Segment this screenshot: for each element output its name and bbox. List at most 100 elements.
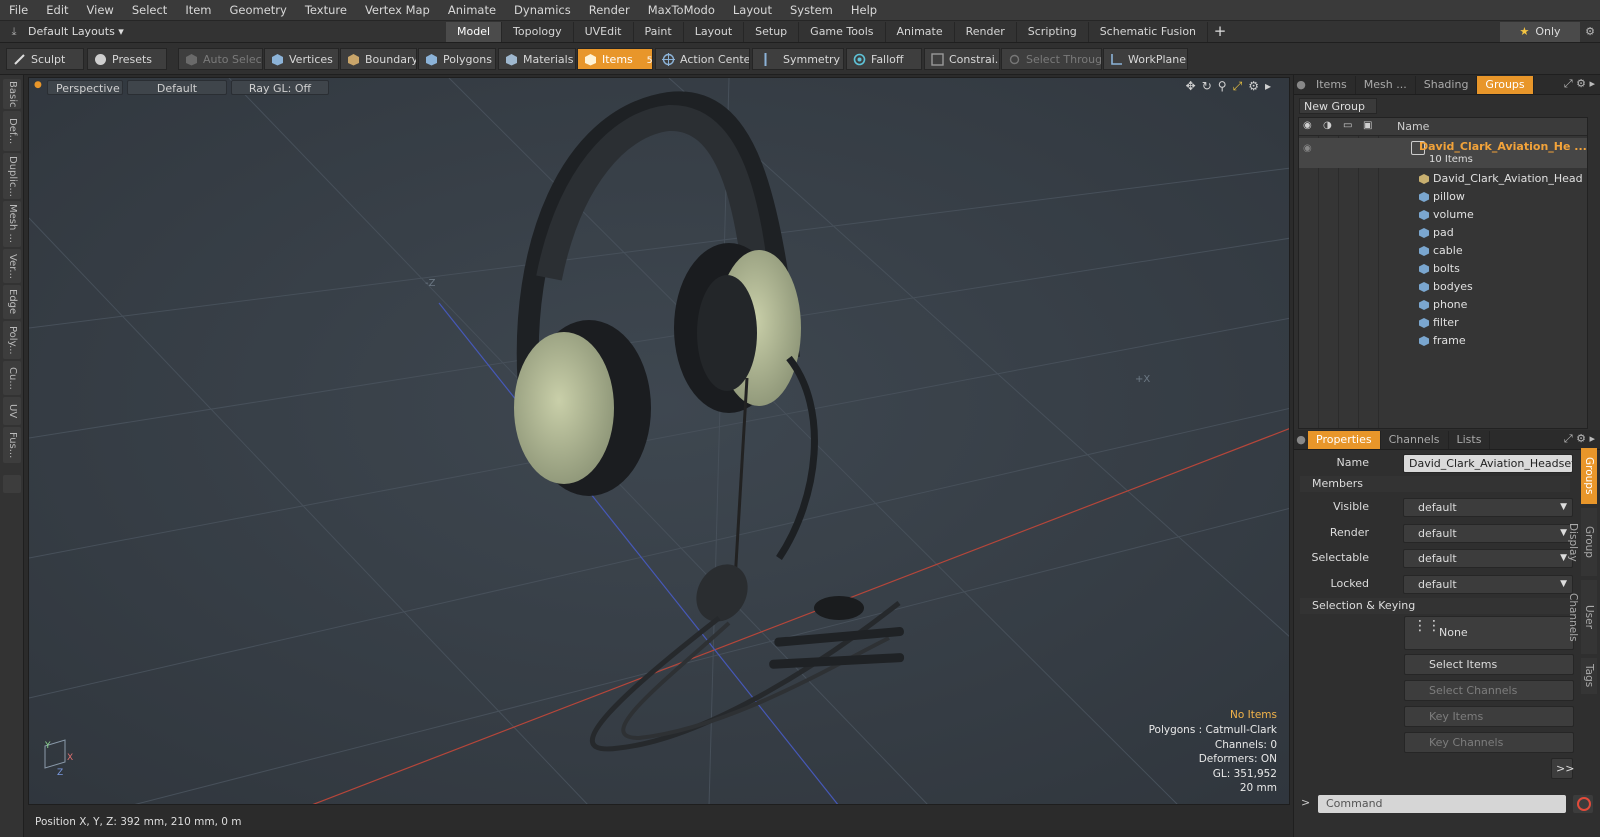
more-button[interactable]: >>: [1551, 758, 1574, 779]
groups-tab-mesh-[interactable]: Mesh ...: [1356, 75, 1416, 94]
menu-item-help[interactable]: Help: [842, 0, 886, 21]
member-row[interactable]: volume: [1299, 206, 1587, 224]
record-icon[interactable]: [1573, 795, 1593, 813]
only-toggle[interactable]: ★ Only: [1500, 22, 1580, 42]
key-items-button[interactable]: Key Items: [1404, 706, 1574, 727]
tab-topology[interactable]: Topology: [502, 22, 574, 42]
key-channels-button[interactable]: Key Channels: [1404, 732, 1574, 753]
props-menu-dot-icon[interactable]: ●: [1294, 433, 1308, 446]
menu-item-system[interactable]: System: [781, 0, 842, 21]
left-tab-8[interactable]: UV: [3, 397, 21, 425]
vertices-button[interactable]: Vertices1: [264, 48, 339, 70]
left-tab-5[interactable]: Edge: [3, 285, 21, 319]
side-tab-group-display[interactable]: Group Display: [1567, 508, 1597, 576]
render-dropdown[interactable]: default ▼: [1403, 523, 1573, 543]
viewport-menu-dot-icon[interactable]: ●: [34, 80, 42, 90]
menu-item-dynamics[interactable]: Dynamics: [505, 0, 580, 21]
group-row[interactable]: ◉ David_Clark_Aviation_He ... 10 Items: [1299, 138, 1587, 168]
tab-schematic-fusion[interactable]: Schematic Fusion: [1089, 22, 1209, 42]
left-tab-4[interactable]: Ver...: [3, 249, 21, 283]
zoom-icon[interactable]: ⚲: [1218, 79, 1227, 94]
menu-item-file[interactable]: File: [0, 0, 37, 21]
tab-paint[interactable]: Paint: [634, 22, 684, 42]
groups-tab-items[interactable]: Items: [1308, 75, 1356, 94]
sculpt-button[interactable]: Sculpt: [6, 48, 84, 70]
tab-layout[interactable]: Layout: [684, 22, 745, 42]
lock-icon[interactable]: ▣: [1363, 120, 1372, 131]
menu-item-layout[interactable]: Layout: [724, 0, 781, 21]
props-panel-controls-icon[interactable]: ⤢ ⚙ ▸: [1564, 432, 1595, 446]
left-tab-1[interactable]: Def...: [3, 111, 21, 151]
select-items-button[interactable]: Select Items: [1404, 654, 1574, 675]
eye-icon[interactable]: ◉: [1303, 120, 1312, 131]
fit-icon[interactable]: ⤢: [1233, 79, 1243, 94]
raygl-toggle[interactable]: Ray GL: Off: [231, 80, 329, 95]
tab-model[interactable]: Model: [446, 22, 503, 42]
groups-menu-dot-icon[interactable]: ●: [1294, 78, 1308, 91]
items-button[interactable]: Items 5: [577, 48, 653, 70]
menu-item-edit[interactable]: Edit: [37, 0, 77, 21]
menu-item-render[interactable]: Render: [580, 0, 639, 21]
member-row[interactable]: frame: [1299, 332, 1587, 350]
left-tab-9[interactable]: Fus...: [3, 427, 21, 463]
locked-dropdown[interactable]: default ▼: [1403, 574, 1573, 594]
tab-animate[interactable]: Animate: [886, 22, 955, 42]
left-strip-button[interactable]: [3, 475, 21, 493]
members-section-header[interactable]: Members: [1300, 476, 1570, 492]
props-tab-properties[interactable]: Properties: [1308, 430, 1381, 449]
member-row[interactable]: filter: [1299, 314, 1587, 332]
props-tab-lists[interactable]: Lists: [1449, 430, 1491, 449]
presets-button[interactable]: Presets: [87, 48, 167, 70]
new-group-button[interactable]: New Group: [1299, 98, 1377, 114]
member-row[interactable]: phone: [1299, 296, 1587, 314]
workplane-button[interactable]: WorkPlane: [1103, 48, 1188, 70]
member-row[interactable]: pad: [1299, 224, 1587, 242]
member-row[interactable]: cable: [1299, 242, 1587, 260]
groups-tab-groups[interactable]: Groups: [1477, 75, 1534, 94]
menu-item-animate[interactable]: Animate: [439, 0, 505, 21]
symmetry-button[interactable]: Symmetry: [752, 48, 844, 70]
auto-select-button[interactable]: Auto Select: [178, 48, 263, 70]
pan-icon[interactable]: ✥: [1186, 79, 1196, 94]
3d-viewport[interactable]: ● Perspective Default Ray GL: Off ✥ ↻ ⚲ …: [28, 77, 1290, 805]
command-input[interactable]: Command: [1318, 795, 1566, 813]
group-name-field[interactable]: David_Clark_Aviation_Headset_H: [1403, 454, 1573, 473]
menu-item-view[interactable]: View: [78, 0, 123, 21]
render-icon[interactable]: ◑: [1323, 120, 1332, 131]
falloff-button[interactable]: Falloff: [846, 48, 922, 70]
left-tab-6[interactable]: Poly...: [3, 321, 21, 359]
menu-item-item[interactable]: Item: [176, 0, 220, 21]
viewport-settings-icon[interactable]: ⚙: [1248, 79, 1259, 94]
member-row[interactable]: bodyes: [1299, 278, 1587, 296]
visible-dropdown[interactable]: default ▼: [1403, 498, 1573, 517]
selectable-icon[interactable]: ▭: [1343, 120, 1352, 131]
groups-panel-controls-icon[interactable]: ⤢ ⚙ ▸: [1564, 77, 1595, 91]
member-row[interactable]: bolts: [1299, 260, 1587, 278]
gear-icon[interactable]: ⚙: [1580, 22, 1600, 42]
pin-icon[interactable]: ⤓: [0, 25, 28, 39]
action-center-button[interactable]: Action Center: [655, 48, 750, 70]
tab-uvedit[interactable]: UVEdit: [574, 22, 634, 42]
tab-game-tools[interactable]: Game Tools: [799, 22, 886, 42]
polygons-button[interactable]: Polygons: [418, 48, 496, 70]
add-layout-tab-icon[interactable]: +: [1208, 22, 1232, 42]
left-tab-7[interactable]: Cu...: [3, 361, 21, 395]
menu-item-maxtomodo[interactable]: MaxToModo: [639, 0, 724, 21]
menu-item-texture[interactable]: Texture: [296, 0, 356, 21]
menu-item-vertex-map[interactable]: Vertex Map: [356, 0, 439, 21]
materials-button[interactable]: Materials: [498, 48, 576, 70]
side-tab-groups[interactable]: Groups: [1581, 448, 1597, 504]
member-row[interactable]: pillow: [1299, 188, 1587, 206]
boundary-button[interactable]: Boundary: [340, 48, 417, 70]
tab-render[interactable]: Render: [955, 22, 1017, 42]
select-through-button[interactable]: Select Through: [1001, 48, 1102, 70]
selectable-dropdown[interactable]: default ▼: [1403, 549, 1573, 568]
tab-setup[interactable]: Setup: [744, 22, 800, 42]
left-tab-3[interactable]: Mesh ...: [3, 201, 21, 247]
side-tab-tags[interactable]: Tags: [1581, 658, 1597, 694]
rotate-icon[interactable]: ↻: [1202, 79, 1212, 94]
tab-scripting[interactable]: Scripting: [1017, 22, 1089, 42]
selection-keying-section-header[interactable]: Selection & Keying: [1300, 598, 1570, 614]
side-tab-user-channels[interactable]: User Channels: [1567, 580, 1597, 654]
member-row[interactable]: David_Clark_Aviation_Head ...: [1299, 170, 1587, 188]
